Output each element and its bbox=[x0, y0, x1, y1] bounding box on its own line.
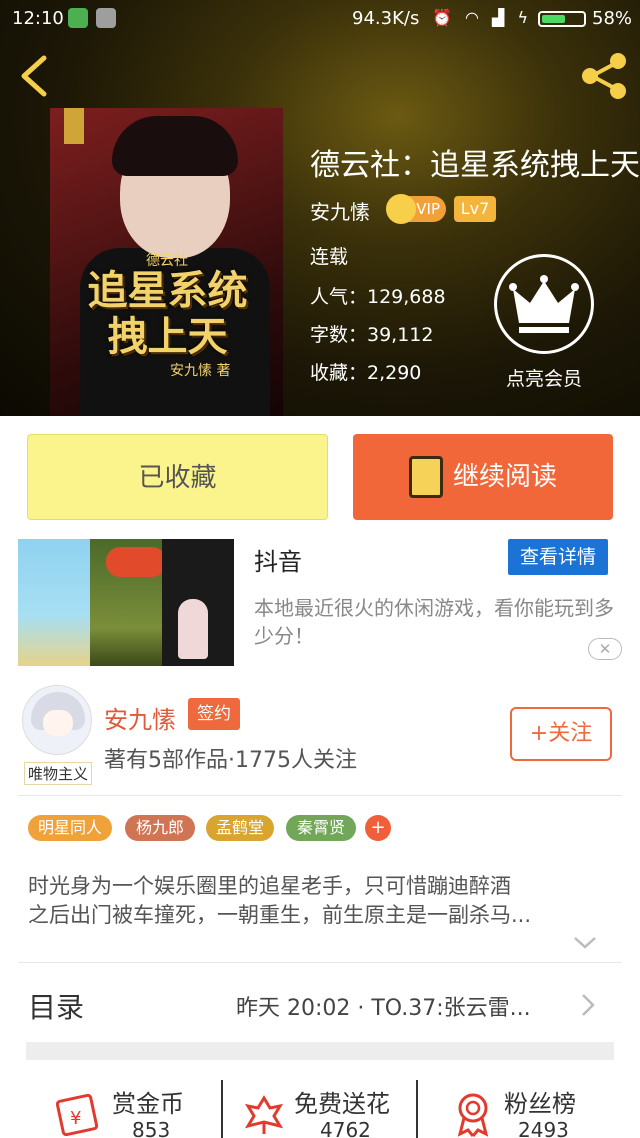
ad-description[interactable]: 本地最近很火的休闲游戏，看你能玩到多少分！ bbox=[254, 594, 624, 650]
toc-label[interactable]: 目录 bbox=[28, 986, 84, 1026]
separator bbox=[221, 1080, 223, 1138]
send-flowers-item[interactable]: 免费送花 4762 bbox=[244, 1080, 414, 1138]
reward-coins-label: 赏金币 bbox=[112, 1090, 184, 1118]
svg-text:¥: ¥ bbox=[70, 1108, 81, 1129]
tag-item[interactable]: 孟鹤堂 bbox=[206, 815, 274, 841]
divider bbox=[18, 795, 622, 796]
follow-button[interactable]: +关注 bbox=[510, 707, 612, 761]
reward-coins-count: 853 bbox=[132, 1118, 171, 1138]
chevron-right-icon[interactable] bbox=[578, 992, 598, 1018]
popularity: 人气：129,688 bbox=[310, 286, 446, 308]
status-time: 12:10 bbox=[12, 8, 64, 29]
word-count: 字数：39,112 bbox=[310, 324, 434, 346]
avatar-face bbox=[43, 710, 73, 736]
serial-status: 连载 bbox=[310, 246, 349, 268]
cover-title-line2: 拽上天 bbox=[107, 313, 228, 360]
author-stats: 著有5部作品·1775人关注 bbox=[104, 748, 357, 773]
vip-label: VIP bbox=[416, 200, 440, 218]
flower-icon bbox=[244, 1095, 284, 1134]
toc-latest-chapter[interactable]: 昨天 20:02 · TO.37:张云雷... bbox=[236, 990, 566, 1022]
status-bar: 12:10 94.3K/s ⏰ ◠ ▟ ϟ 58% bbox=[0, 0, 640, 36]
collected-button[interactable]: 已收藏 bbox=[27, 434, 328, 520]
message-notification-icon bbox=[96, 8, 116, 28]
network-speed: 94.3K/s bbox=[352, 8, 420, 29]
back-arrow-icon[interactable] bbox=[16, 54, 56, 98]
cover-corner-badge bbox=[64, 108, 84, 144]
book-cover[interactable]: 德云社 追星系统 拽上天 安九愫 著 bbox=[50, 108, 283, 416]
ad-panel-sky bbox=[18, 539, 90, 666]
ad-image[interactable] bbox=[18, 539, 234, 666]
favorites-count: 收藏：2,290 bbox=[310, 362, 422, 384]
cover-title-line1: 追星系统 bbox=[87, 267, 248, 314]
continue-reading-button[interactable]: 继续阅读 bbox=[353, 434, 613, 520]
reward-coins-item[interactable]: ¥ 赏金币 853 bbox=[56, 1080, 216, 1138]
ad-close-icon[interactable]: ✕ bbox=[588, 638, 622, 660]
battery-fill bbox=[542, 15, 565, 23]
ad-details-button[interactable]: 查看详情 bbox=[508, 539, 608, 575]
tag-item[interactable]: 明星同人 bbox=[28, 815, 112, 841]
crown-icon bbox=[509, 275, 579, 333]
section-divider-band bbox=[26, 1042, 614, 1060]
fan-ranking-label: 粉丝榜 bbox=[504, 1090, 576, 1118]
red-envelope-icon: ¥ bbox=[56, 1093, 99, 1136]
battery-percent: 58% bbox=[592, 8, 633, 29]
membership-button[interactable] bbox=[494, 254, 594, 354]
ribbon-medal-icon bbox=[457, 1093, 489, 1137]
continue-reading-label: 继续阅读 bbox=[453, 462, 558, 492]
author-avatar[interactable] bbox=[22, 685, 92, 755]
cover-title: 追星系统 拽上天 bbox=[60, 268, 275, 360]
book-header: 12:10 94.3K/s ⏰ ◠ ▟ ϟ 58% 德云社 追星系统 拽上天 安… bbox=[0, 0, 640, 416]
ad-title[interactable]: 抖音 bbox=[254, 542, 302, 577]
fan-ranking-count: 2493 bbox=[518, 1118, 569, 1138]
tag-item[interactable]: 杨九郎 bbox=[125, 815, 195, 841]
synopsis[interactable]: 时光身为一个娱乐圈里的追星老手，只可惜蹦迪醉酒 之后出门被车撞死，一朝重生，前生… bbox=[28, 872, 618, 930]
synopsis-line: 时光身为一个娱乐圈里的追星老手，只可惜蹦迪醉酒 bbox=[28, 874, 511, 898]
book-title: 德云社：追星系统拽上天 bbox=[310, 148, 640, 183]
vip-badge: VIP bbox=[386, 194, 446, 224]
fan-ranking-item[interactable]: 粉丝榜 2493 bbox=[452, 1080, 622, 1138]
cover-author: 安九愫 著 bbox=[170, 363, 231, 379]
chevron-down-icon[interactable] bbox=[572, 932, 598, 952]
ad-panel-banner bbox=[106, 547, 166, 577]
synopsis-line: 之后出门被车撞死，一朝重生，前生原主是一副杀马... bbox=[28, 903, 532, 927]
membership-label[interactable]: 点亮会员 bbox=[494, 364, 594, 391]
shield-notification-icon bbox=[68, 8, 88, 28]
book-icon bbox=[409, 456, 443, 498]
cover-figure-hair bbox=[112, 116, 238, 176]
more-tags-button[interactable]: + bbox=[365, 815, 391, 841]
book-author[interactable]: 安九愫 bbox=[310, 196, 370, 225]
vip-crown-icon bbox=[386, 194, 416, 224]
level-badge: Lv7 bbox=[454, 196, 496, 222]
divider bbox=[18, 962, 622, 963]
battery-icon bbox=[538, 11, 586, 27]
send-flowers-count: 4762 bbox=[320, 1118, 371, 1138]
avatar-tag: 唯物主义 bbox=[24, 762, 93, 785]
status-icons: ⏰ ◠ ▟ ϟ bbox=[432, 8, 532, 27]
share-icon[interactable] bbox=[578, 52, 630, 100]
tag-item[interactable]: 秦霄贤 bbox=[286, 815, 356, 841]
send-flowers-label: 免费送花 bbox=[294, 1090, 390, 1118]
ad-panel-figure bbox=[178, 599, 208, 659]
separator bbox=[416, 1080, 418, 1138]
author-card-name[interactable]: 安九愫 bbox=[104, 700, 176, 735]
signed-badge: 签约 bbox=[188, 698, 240, 730]
